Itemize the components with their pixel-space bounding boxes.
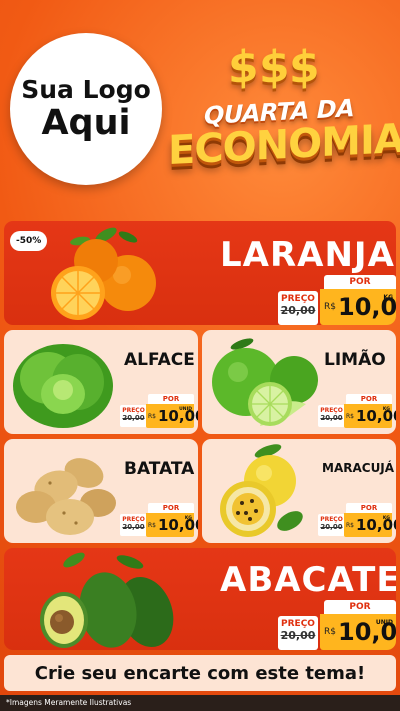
old-price-box: PREÇO 20,00 [318, 405, 345, 427]
old-price: 20,00 [280, 629, 316, 642]
product-card-alface: ALFACE POR PREÇO 20,00 R$ 10,00 UNID [4, 330, 198, 434]
preco-label: PREÇO [281, 619, 315, 629]
unit-label: UNID [375, 619, 393, 626]
lime-icon [212, 338, 318, 426]
new-price-box: R$ 10,00 UNID [146, 404, 198, 428]
product-card-laranja: -50% LARANJA POR PREÇO 20,00 R$ 10,0 KG [4, 221, 396, 325]
currency-label: R$ [148, 522, 156, 529]
product-card-abacate: ABACATE POR PREÇO 20,00 R$ 10,00 UNID [4, 548, 396, 650]
logo-text-line2: Aqui [41, 102, 131, 143]
logo-placeholder: Sua Logo Aqui [10, 33, 162, 185]
flyer-page: Sua Logo Aqui $ $ $ QUARTA DA ECONOMIA -… [0, 0, 400, 711]
logo-text-line1: Sua Logo [21, 75, 151, 104]
old-price-box: PREÇO 20,00 [278, 291, 318, 325]
unit-label: KG [383, 294, 393, 301]
old-price-box: PREÇO 20,00 [318, 514, 345, 536]
price-tag: POR PREÇO 20,00 R$ 10,00 KG [318, 394, 396, 430]
por-label: POR [324, 600, 396, 614]
unit-label: KG [382, 407, 390, 412]
price-tag: POR PREÇO 20,00 R$ 10,00 UNID [278, 600, 396, 650]
por-label: POR [346, 503, 392, 513]
unit-label: KG [184, 516, 192, 521]
old-price: 20,00 [280, 304, 316, 317]
potato-icon [16, 458, 116, 535]
product-name: LIMÃO [324, 350, 386, 370]
old-price-box: PREÇO 20,00 [278, 616, 318, 650]
promo-title-line2: ECONOMIA [168, 115, 400, 175]
currency-label: R$ [148, 413, 156, 420]
avocado-icon [40, 552, 174, 648]
lettuce-icon [13, 344, 113, 428]
price-value: 10,00 [356, 407, 396, 425]
footer-disclaimer: *Imagens Meramente Ilustrativas [0, 695, 400, 711]
preco-label: PREÇO [122, 516, 145, 523]
por-label: POR [148, 394, 194, 404]
price-value: 10,00 [158, 407, 198, 425]
product-name: MARACUJÁ [322, 461, 395, 475]
preco-label: PREÇO [281, 294, 315, 304]
dollar-sign: $ [289, 40, 320, 95]
price-tag: POR PREÇO 20,00 R$ 10,00 KG [318, 503, 396, 539]
price-value: 10,00 [356, 516, 396, 534]
dollar-sign: $ [228, 40, 259, 95]
currency-label: R$ [324, 302, 336, 312]
promo-title: $ $ $ QUARTA DA ECONOMIA [168, 40, 400, 182]
old-price: 20,00 [320, 414, 343, 422]
price-value: 10,00 [158, 516, 198, 534]
old-price-box: PREÇO 20,00 [120, 514, 147, 536]
por-label: POR [324, 275, 396, 289]
new-price-box: R$ 10,00 KG [146, 513, 198, 537]
old-price-box: PREÇO 20,00 [120, 405, 147, 427]
currency-label: R$ [346, 522, 354, 529]
old-price: 20,00 [320, 523, 343, 531]
product-name: LARANJA [220, 235, 395, 275]
product-card-maracuja: MARACUJÁ POR PREÇO 20,00 R$ 10,00 KG [202, 439, 396, 543]
unit-label: UNID [179, 407, 192, 412]
cta-banner[interactable]: Crie seu encarte com este tema! [4, 655, 396, 691]
orange-icon [51, 227, 156, 320]
price-tag: POR PREÇO 20,00 R$ 10,00 UNID [120, 394, 198, 430]
new-price-box: R$ 10,00 UNID [320, 614, 396, 650]
product-card-limao: LIMÃO POR PREÇO 20,00 R$ 10,00 KG [202, 330, 396, 434]
old-price: 20,00 [122, 523, 145, 531]
por-label: POR [148, 503, 194, 513]
new-price-box: R$ 10,00 KG [320, 289, 396, 325]
unit-label: KG [382, 516, 390, 521]
product-name: BATATA [124, 459, 195, 479]
por-label: POR [346, 394, 392, 404]
price-tag: POR PREÇO 20,00 R$ 10,00 KG [278, 275, 396, 325]
discount-badge: -50% [10, 231, 48, 251]
price-tag: POR PREÇO 20,00 R$ 10,00 KG [120, 503, 198, 539]
old-price: 20,00 [122, 414, 145, 422]
product-name: ABACATE [220, 560, 396, 600]
dollar-sign: $ [258, 40, 290, 95]
dollar-signs: $ $ $ [228, 40, 320, 95]
currency-label: R$ [346, 413, 354, 420]
passion-fruit-icon [220, 444, 303, 537]
new-price-box: R$ 10,00 KG [344, 404, 396, 428]
product-name: ALFACE [124, 350, 195, 370]
preco-label: PREÇO [122, 407, 145, 414]
new-price-box: R$ 10,00 KG [344, 513, 396, 537]
preco-label: PREÇO [320, 516, 343, 523]
preco-label: PREÇO [320, 407, 343, 414]
product-card-batata: BATATA POR PREÇO 20,00 R$ 10,00 KG [4, 439, 198, 543]
currency-label: R$ [324, 627, 336, 637]
